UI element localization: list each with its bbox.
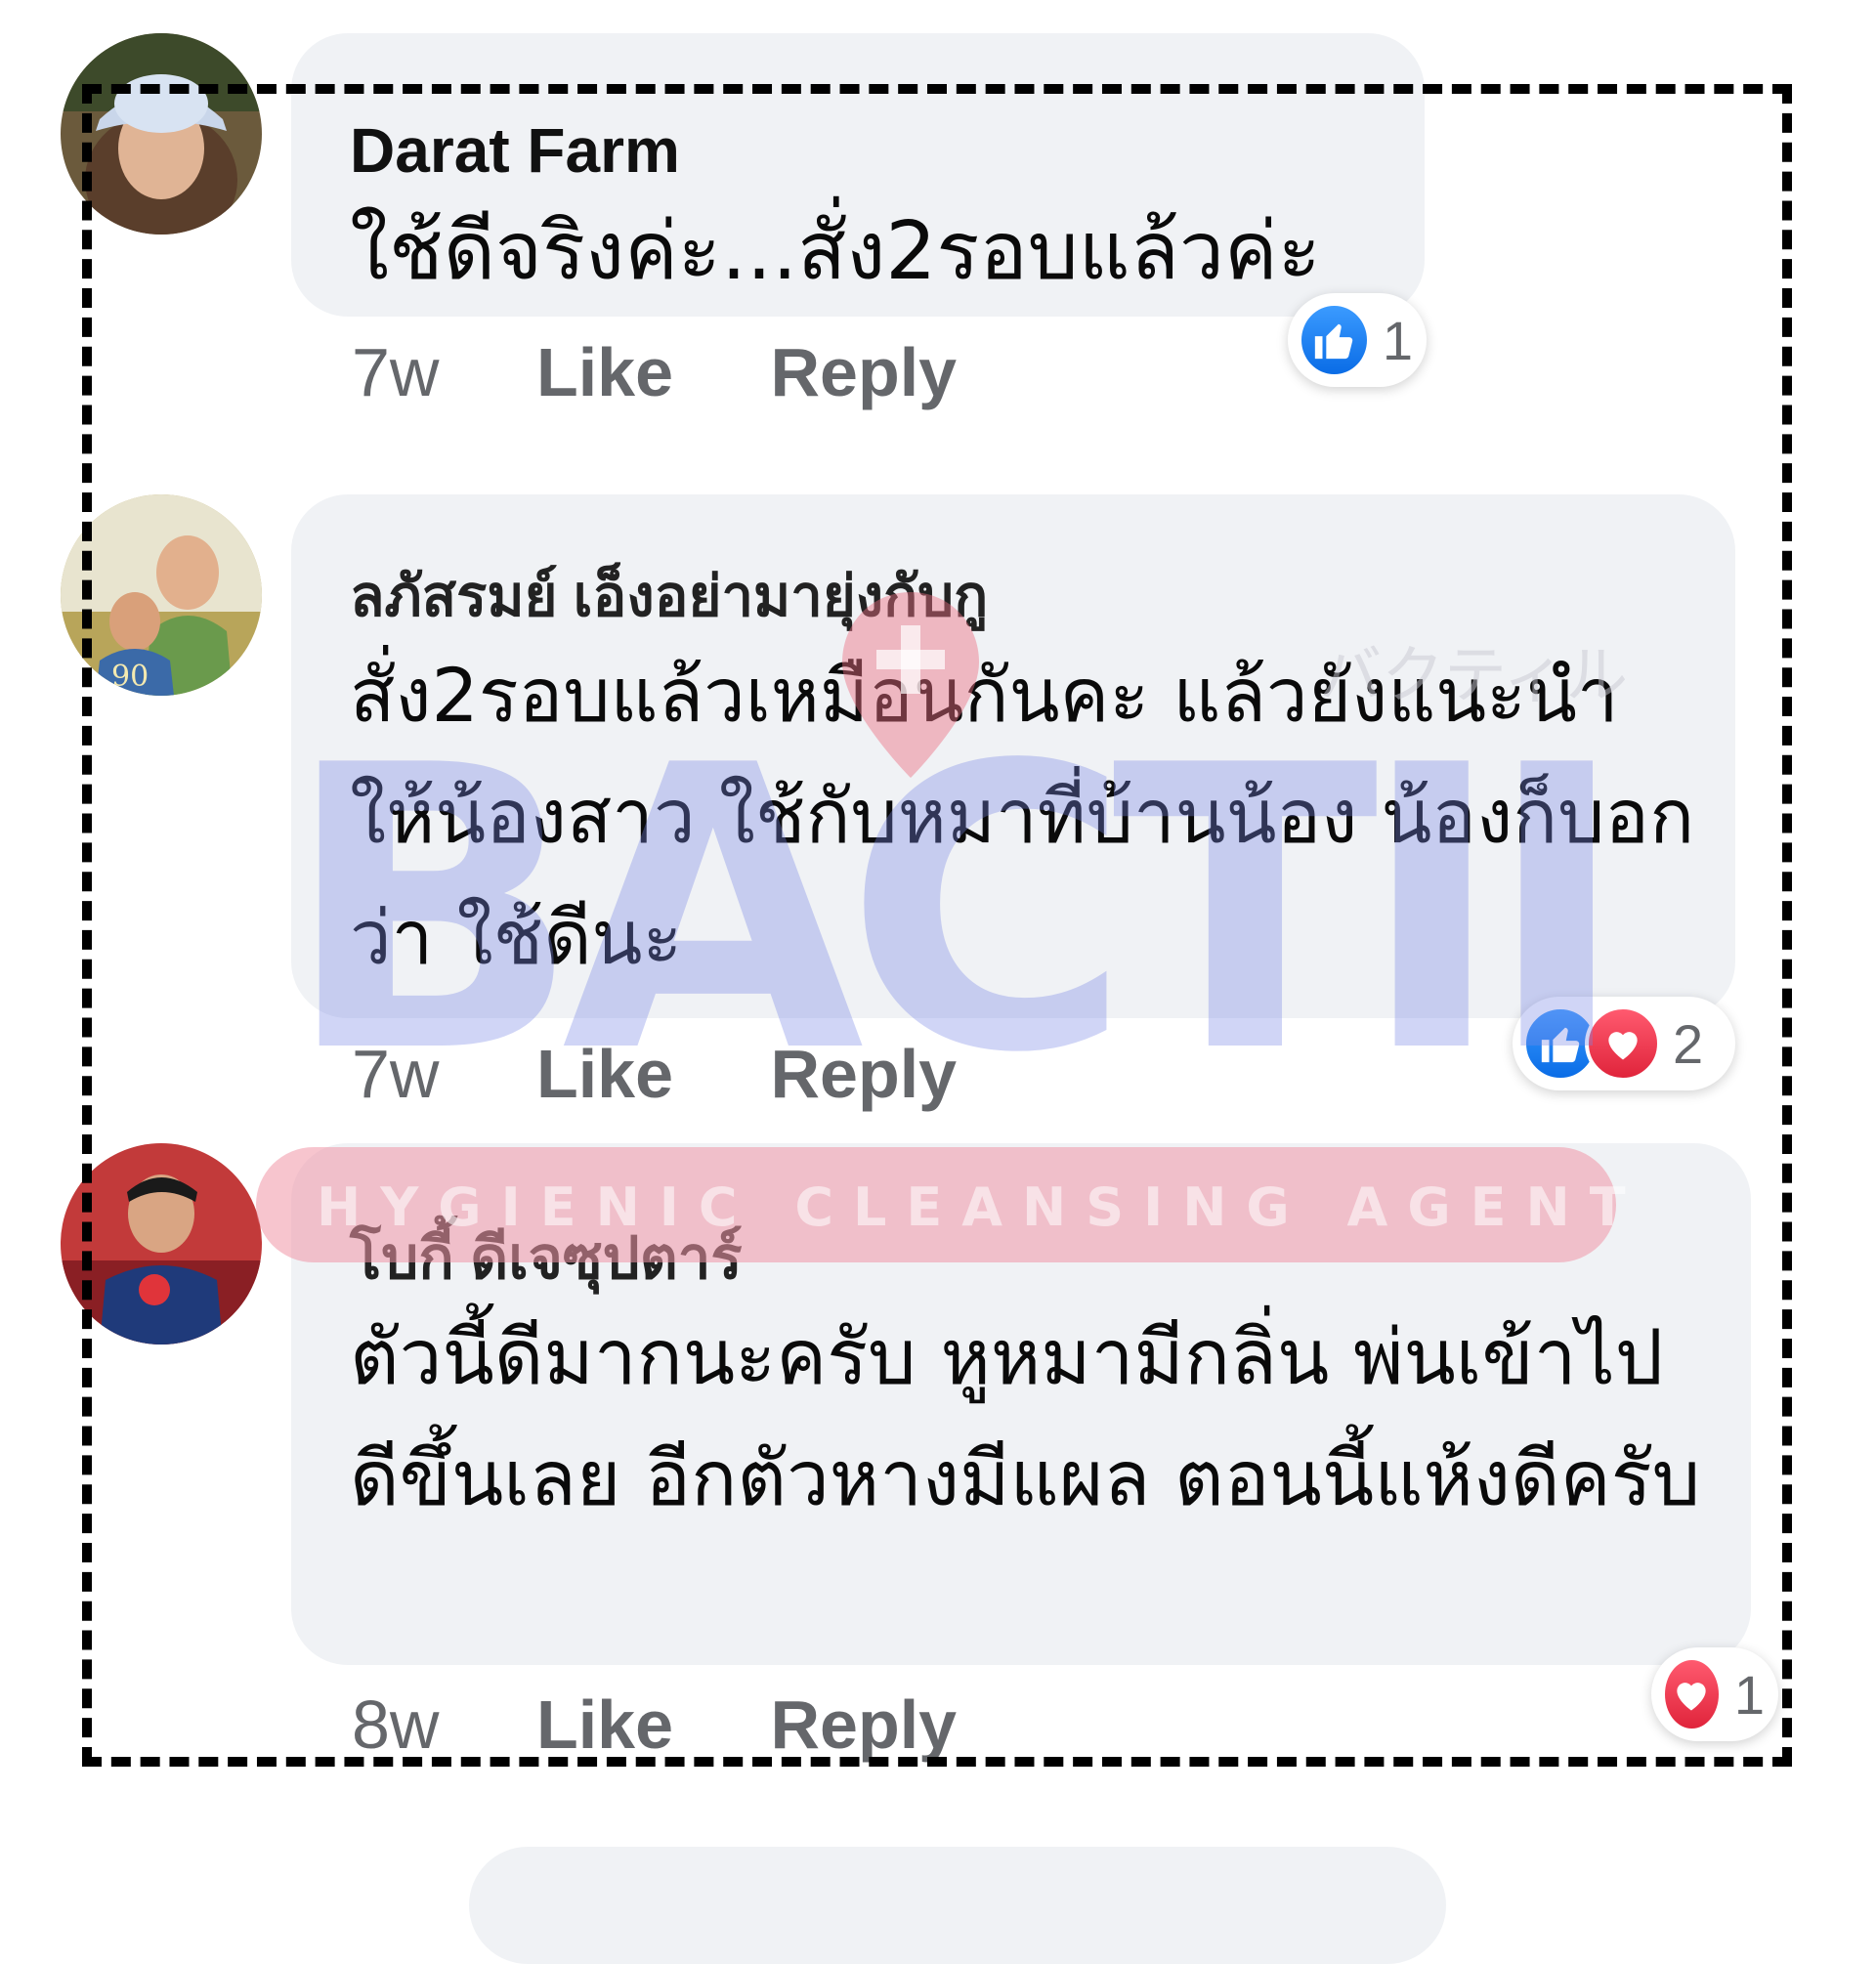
comment-meta: 7w Like Reply bbox=[352, 1040, 957, 1108]
thumbs-up-icon bbox=[1298, 302, 1371, 378]
like-button[interactable]: Like bbox=[536, 1036, 673, 1112]
reaction-summary[interactable]: 1 bbox=[1288, 293, 1427, 387]
like-button[interactable]: Like bbox=[536, 334, 673, 410]
next-comment-bubble bbox=[469, 1847, 1446, 1964]
comment-bubble: Darat Farm ใช้ดีจริงค่ะ...สั่ง2รอบแล้วค่… bbox=[291, 33, 1425, 317]
reaction-summary[interactable]: 2 bbox=[1513, 997, 1735, 1090]
comment-meta: 8w Like Reply bbox=[352, 1690, 957, 1759]
svg-text:90: 90 bbox=[111, 660, 149, 694]
reaction-count: 2 bbox=[1673, 1012, 1704, 1075]
comment-meta: 7w Like Reply bbox=[352, 338, 957, 406]
heart-icon bbox=[1585, 1005, 1661, 1082]
comment-author[interactable]: ลภัสรมย์ เอ็งอย่ามายุ่งกับกู bbox=[350, 569, 1677, 625]
watermark-jp-text: バクティル bbox=[1319, 640, 1629, 712]
comment-text: ใช้ดีจริงค่ะ...สั่ง2รอบแล้วค่ะ bbox=[350, 205, 1321, 298]
like-button[interactable]: Like bbox=[536, 1686, 673, 1763]
comment-time[interactable]: 8w bbox=[352, 1686, 439, 1763]
reply-button[interactable]: Reply bbox=[770, 334, 957, 410]
avatar[interactable] bbox=[61, 33, 262, 235]
reaction-count: 1 bbox=[1382, 309, 1413, 371]
reaction-summary[interactable]: 1 bbox=[1651, 1647, 1778, 1741]
watermark-tagline: HYGIENIC CLEANSING AGENT bbox=[317, 1176, 1645, 1238]
comment-time[interactable]: 7w bbox=[352, 334, 439, 410]
avatar[interactable] bbox=[61, 1143, 262, 1345]
comment-time[interactable]: 7w bbox=[352, 1036, 439, 1112]
comment-author[interactable]: Darat Farm bbox=[350, 119, 1366, 182]
reaction-count: 1 bbox=[1733, 1663, 1765, 1726]
reply-button[interactable]: Reply bbox=[770, 1686, 957, 1763]
location-pin-icon bbox=[842, 592, 979, 778]
heart-icon bbox=[1661, 1656, 1723, 1732]
comment-text: ตัวนี้ดีมากนะครับ หูหมามีกลิ่น พ่นเข้าไป… bbox=[350, 1314, 1701, 1523]
reply-button[interactable]: Reply bbox=[770, 1036, 957, 1112]
comment-bubble: ลภัสรมย์ เอ็งอย่ามายุ่งกับกู สั่ง2รอบแล้… bbox=[291, 494, 1735, 1018]
avatar[interactable]: 90 bbox=[61, 494, 262, 696]
